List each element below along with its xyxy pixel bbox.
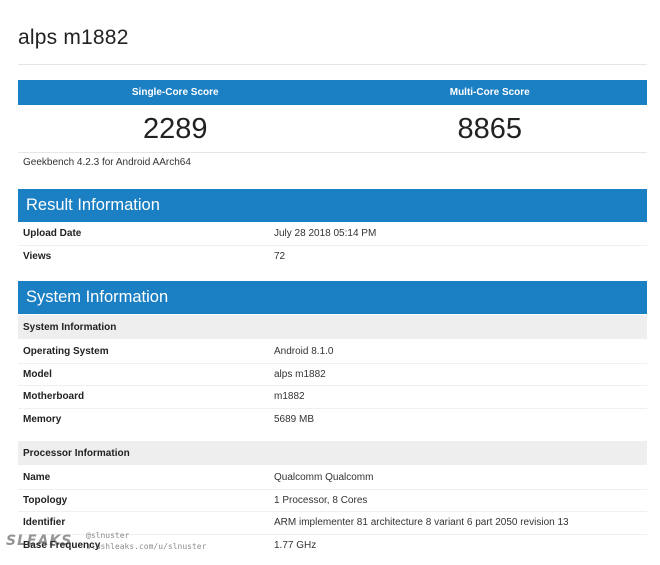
row-value: alps m1882 bbox=[274, 368, 326, 380]
score-header-row: Single-Core Score Multi-Core Score bbox=[18, 80, 647, 105]
result-information-table: Upload Date July 28 2018 05:14 PM Views … bbox=[18, 223, 647, 267]
system-information-subheader: System Information bbox=[18, 315, 647, 339]
page-title: alps m1882 bbox=[18, 26, 129, 49]
row-value: Android 8.1.0 bbox=[274, 346, 334, 358]
watermark-user: @slnuster bbox=[86, 531, 130, 540]
system-information-table: Operating System Android 8.1.0 Model alp… bbox=[18, 341, 647, 430]
row-key: Upload Date bbox=[23, 228, 82, 240]
row-value: 1 Processor, 8 Cores bbox=[274, 494, 368, 506]
title-divider bbox=[18, 64, 647, 65]
multi-core-score: 8865 bbox=[457, 113, 522, 145]
row-key: Identifier bbox=[23, 517, 66, 529]
row-key: Motherboard bbox=[23, 391, 85, 403]
table-row: Model alps m1882 bbox=[18, 364, 647, 387]
result-information-header: Result Information bbox=[18, 189, 647, 222]
score-table: Single-Core Score Multi-Core Score 2289 … bbox=[18, 80, 647, 153]
table-row: Name Qualcomm Qualcomm bbox=[18, 467, 647, 490]
row-key: Topology bbox=[23, 494, 68, 506]
row-value: 5689 MB bbox=[274, 414, 315, 426]
table-row: Memory 5689 MB bbox=[18, 409, 647, 431]
watermark-url: slashleaks.com/u/slnuster bbox=[86, 542, 207, 551]
row-key: Memory bbox=[23, 414, 62, 426]
row-value: ARM implementer 81 architecture 8 varian… bbox=[274, 517, 569, 529]
row-value: Qualcomm Qualcomm bbox=[274, 472, 374, 484]
watermark-logo: SLEAKS bbox=[6, 533, 73, 549]
table-row: Motherboard m1882 bbox=[18, 386, 647, 409]
row-value: July 28 2018 05:14 PM bbox=[274, 228, 377, 240]
multi-core-label: Multi-Core Score bbox=[449, 87, 530, 98]
row-key: Views bbox=[23, 250, 52, 262]
row-key: Name bbox=[23, 472, 51, 484]
system-information-header: System Information bbox=[18, 281, 647, 314]
processor-information-subheader: Processor Information bbox=[18, 441, 647, 465]
row-value: 1.77 GHz bbox=[274, 540, 317, 552]
row-key: Model bbox=[23, 368, 52, 380]
score-values-row: 2289 8865 bbox=[18, 105, 647, 153]
table-row: Topology 1 Processor, 8 Cores bbox=[18, 490, 647, 513]
row-value: 72 bbox=[274, 250, 286, 262]
row-value: m1882 bbox=[274, 391, 305, 403]
benchmark-version: Geekbench 4.2.3 for Android AArch64 bbox=[23, 157, 191, 168]
single-core-label: Single-Core Score bbox=[131, 87, 219, 98]
table-row: Views 72 bbox=[18, 246, 647, 268]
table-row: Operating System Android 8.1.0 bbox=[18, 341, 647, 364]
row-key: Operating System bbox=[23, 346, 109, 358]
table-row: Upload Date July 28 2018 05:14 PM bbox=[18, 223, 647, 246]
single-core-score: 2289 bbox=[142, 113, 208, 145]
